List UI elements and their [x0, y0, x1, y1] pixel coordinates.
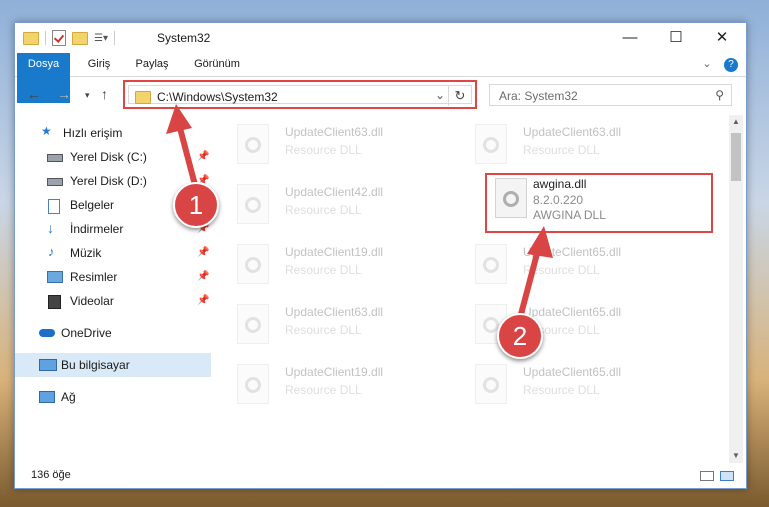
arrow-2: [517, 226, 553, 321]
callout-badge-1: 1: [173, 182, 219, 228]
arrow-1: [166, 104, 198, 188]
callout-badge-2: 2: [497, 313, 543, 359]
callout-arrows: [166, 104, 553, 321]
